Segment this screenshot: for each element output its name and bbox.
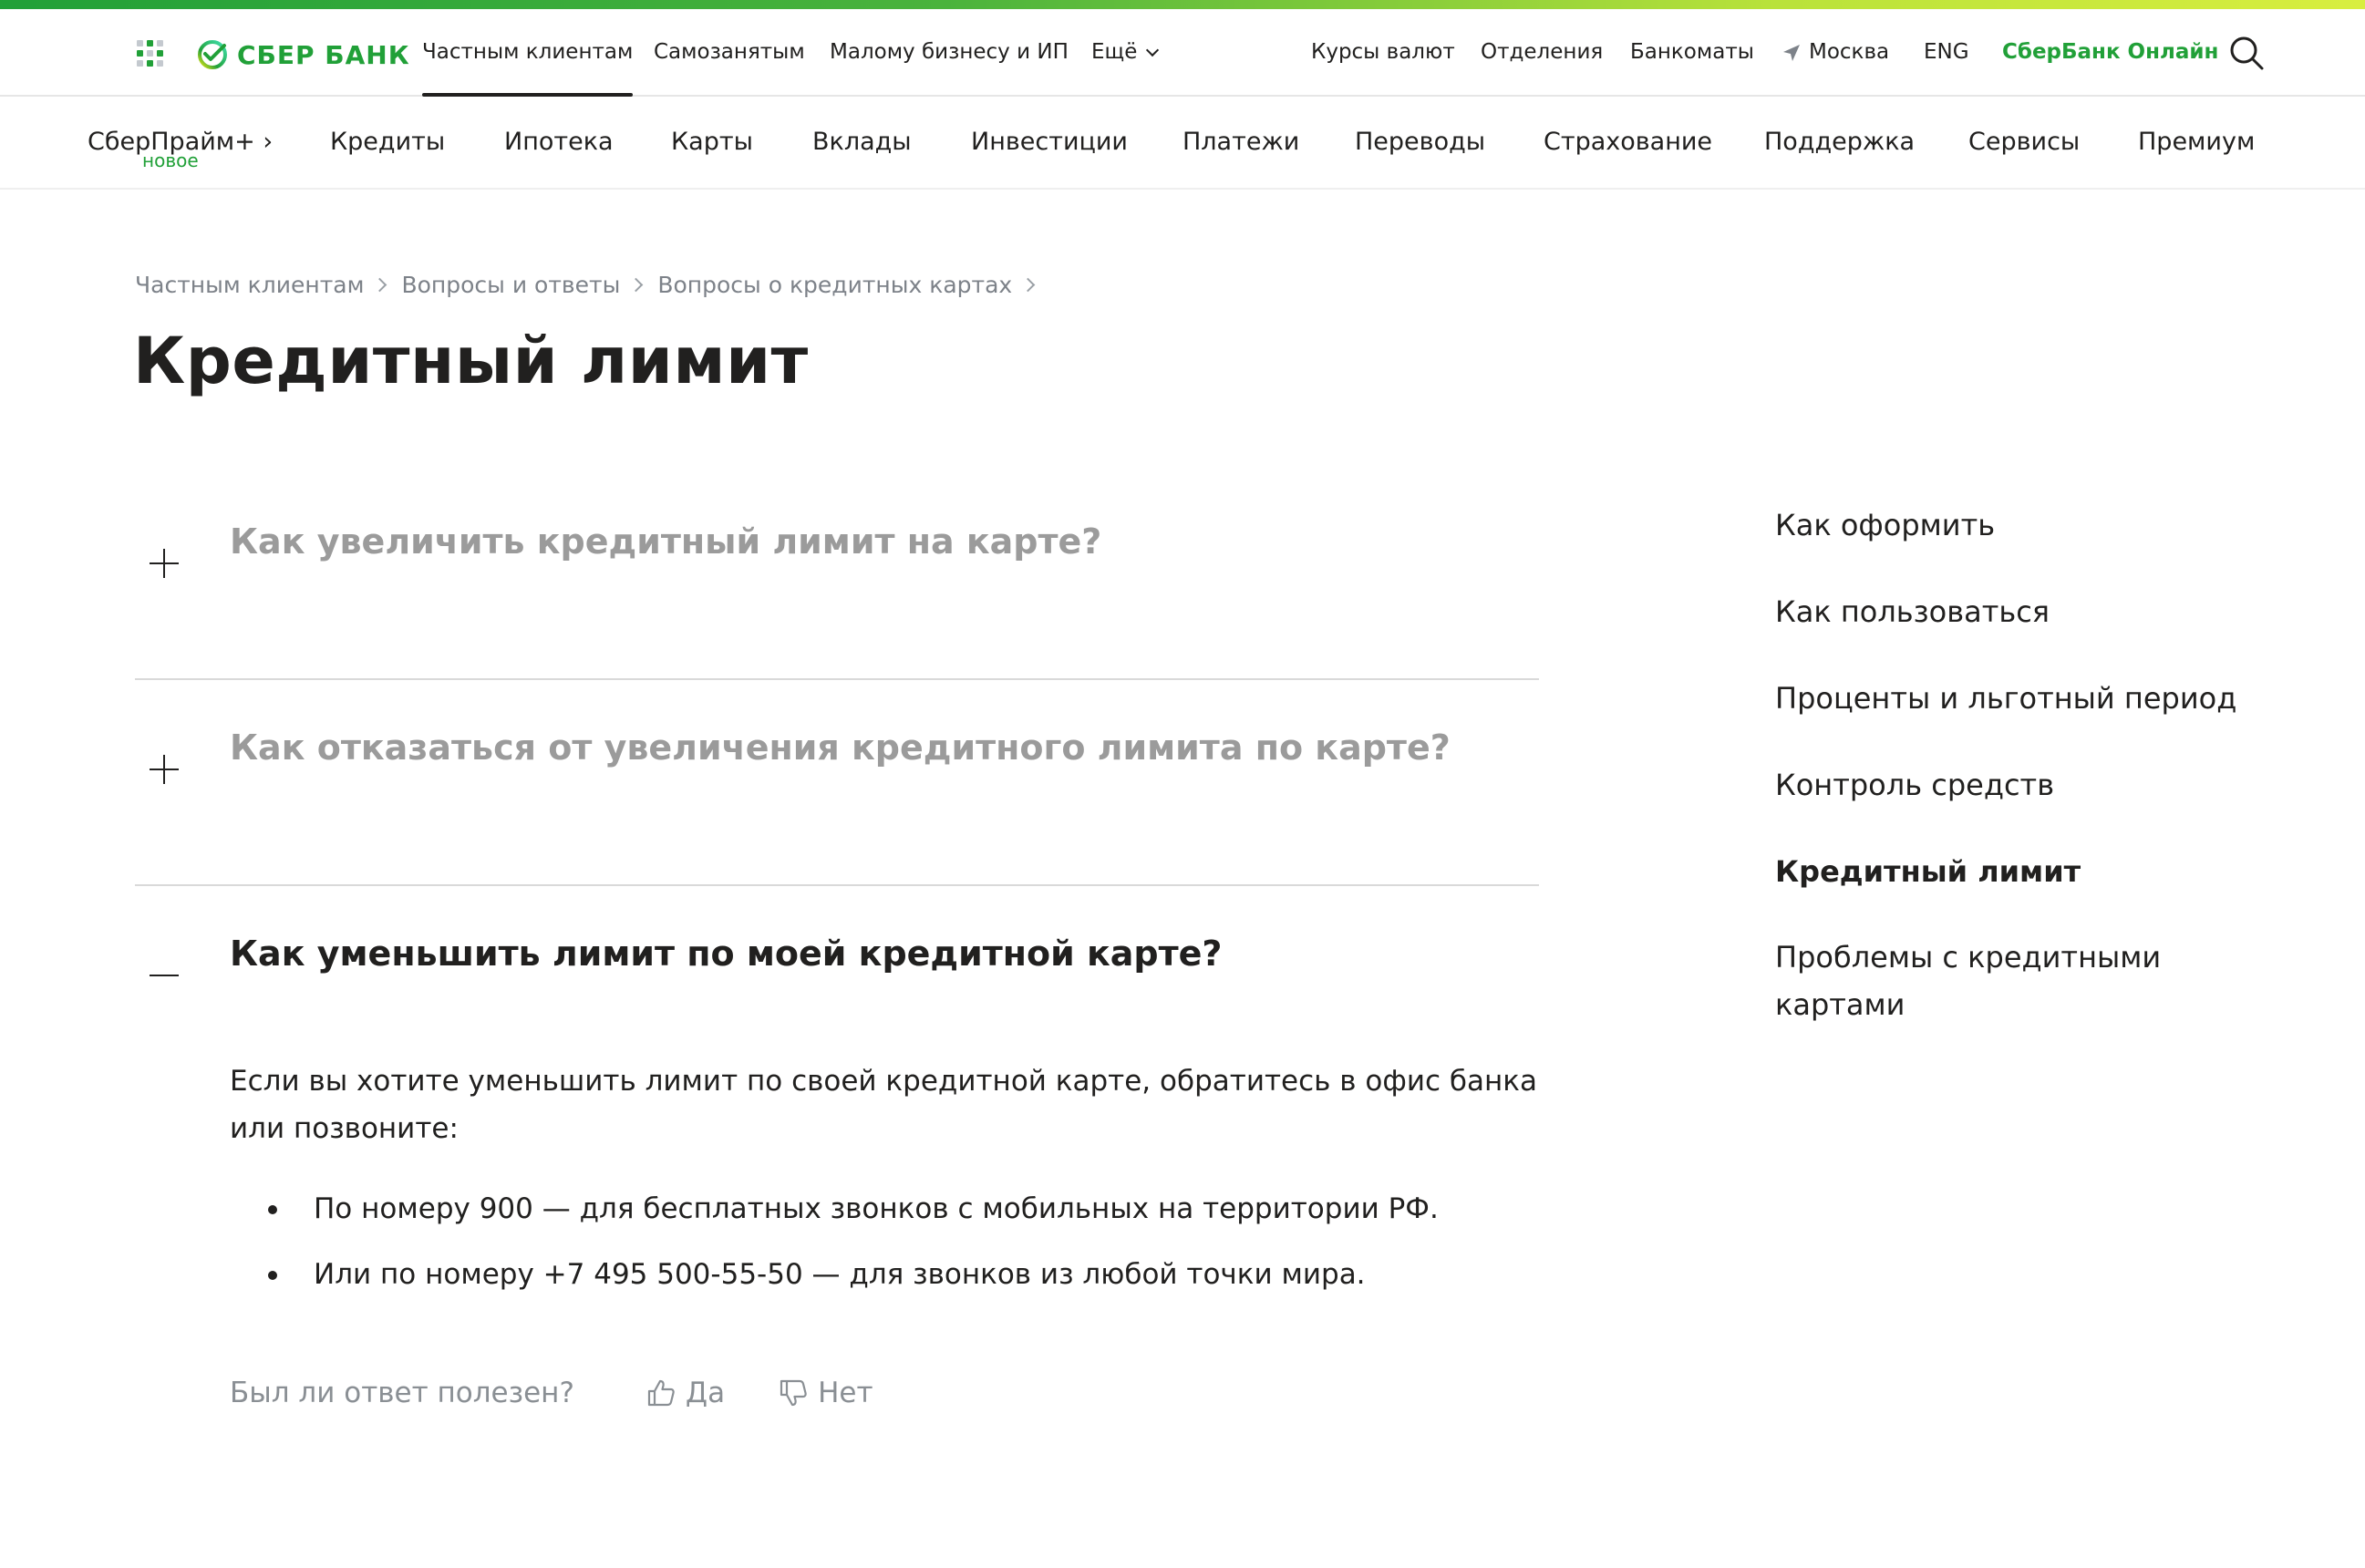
city-label: Москва [1809,40,1890,64]
topnav-label: Самозанятым [654,40,805,64]
location-arrow-icon [1783,44,1800,61]
nav-label: Переводы [1355,128,1486,156]
page-title: Кредитный лимит [133,324,809,398]
feedback-no-label: Нет [818,1377,873,1409]
topnav-branches[interactable]: Отделения [1481,9,1603,95]
chevron-down-icon [1146,43,1160,57]
chevron-right-icon [1020,277,1036,292]
faq-accordion: Как увеличить кредитный лимит на карте? … [135,474,1539,1090]
topnav-label: Частным клиентам [422,40,634,64]
faq-item: Как отказаться от увеличения кредитного … [135,680,1539,886]
top-accent-bar [0,0,2365,9]
breadcrumb-credit-card-questions[interactable]: Вопросы о кредитных картах [657,272,1012,298]
nav-insurance[interactable]: Страхование [1544,98,1712,190]
nav-deposits[interactable]: Вклады [812,98,912,190]
apps-grid-icon[interactable] [137,40,164,67]
topnav-small-business[interactable]: Малому бизнесу и ИП [830,9,1069,95]
nav-premium[interactable]: Премиум [2138,98,2255,190]
feedback-yes-button[interactable]: Да [645,1377,725,1409]
sberbank-online-link[interactable]: СберБанк Онлайн [2002,9,2218,95]
nav-label: Страхование [1544,128,1713,156]
nav-label: Кредиты [330,128,446,156]
nav-label: Ипотека [504,128,614,156]
topnav-currency-rates[interactable]: Курсы валют [1311,9,1455,95]
minus-icon [150,961,179,990]
nav-payments[interactable]: Платежи [1182,98,1299,190]
list-item: По номеру 900 — для бесплатных звонков с… [230,1185,1543,1251]
topnav-more-dropdown[interactable]: Ещё [1091,9,1160,95]
lang-label: ENG [1924,40,1969,64]
topnav-language[interactable]: ENG [1924,9,1969,95]
plus-icon [150,549,179,578]
faq-question-text: Как увеличить кредитный лимит на карте? [230,521,1102,562]
list-item: Или по номеру +7 495 500-55-50 — для зво… [230,1251,1543,1316]
faq-answer-text: Если вы хотите уменьшить лимит по своей … [230,1065,1538,1145]
sber-logo-icon [198,40,227,69]
breadcrumb-private-clients[interactable]: Частным клиентам [135,272,364,298]
feedback-yes-label: Да [685,1377,726,1409]
nav-label: Карты [671,128,753,156]
thumb-up-icon [647,1379,675,1407]
nav-transfers[interactable]: Переводы [1355,98,1485,190]
sber-logo[interactable]: СБЕР БАНК [197,36,410,73]
sidebar-item-interest-grace-period[interactable]: Проценты и льготный период [1775,675,2249,722]
faq-question-text: Как уменьшить лимит по моей кредитной ка… [230,934,1223,974]
plus-icon [150,755,179,784]
sidebar-item-credit-card-problems[interactable]: Проблемы с кредитными картами [1775,934,2176,1028]
faq-answer-list: По номеру 900 — для бесплатных звонков с… [230,1185,1543,1316]
online-label: СберБанк Онлайн [2002,40,2219,64]
nav-mortgage[interactable]: Ипотека [504,98,614,190]
feedback-block: Был ли ответ полезен? Да Нет [230,1373,873,1413]
logo-text: СБЕР БАНК [237,39,410,70]
link-label: Банкоматы [1630,40,1754,64]
link-label: Курсы валют [1311,40,1455,64]
topnav-label: Малому бизнесу и ИП [830,40,1069,64]
nav-label: Сервисы [1968,128,2081,156]
sidebar-item-funds-control[interactable]: Контроль средств [1775,761,2249,809]
breadcrumb-faq[interactable]: Вопросы и ответы [401,272,620,298]
nav-cards[interactable]: Карты [671,98,753,190]
nav-label: Платежи [1182,128,1300,156]
topnav-city-selector[interactable]: Москва [1781,9,1889,95]
top-header: СБЕР БАНК Частным клиентам Самозанятым М… [0,9,2365,97]
faq-item: Как увеличить кредитный лимит на карте? [135,474,1539,680]
chevron-right-icon [373,277,387,292]
topnav-private-clients[interactable]: Частным клиентам [422,9,634,97]
nav-sberprime[interactable]: СберПрайм+ › [88,98,273,190]
nav-label: Инвестиции [971,128,1128,156]
topnav-self-employed[interactable]: Самозанятым [654,9,805,95]
faq-question-toggle[interactable]: Как увеличить кредитный лимит на карте? [135,474,1539,678]
new-badge: новое [142,150,199,171]
nav-investments[interactable]: Инвестиции [971,98,1128,190]
nav-credits[interactable]: Кредиты [330,98,445,190]
topnav-atms[interactable]: Банкоматы [1630,9,1754,95]
feedback-no-button[interactable]: Нет [778,1377,873,1409]
nav-label: Вклады [812,128,912,156]
feedback-question: Был ли ответ полезен? [230,1377,574,1409]
search-icon[interactable] [2228,35,2265,71]
faq-question-toggle[interactable]: Как отказаться от увеличения кредитного … [135,680,1539,884]
sidebar-item-how-to-use[interactable]: Как пользоваться [1775,588,2249,635]
topnav-label: Ещё [1091,40,1138,64]
nav-label: Поддержка [1764,128,1916,156]
sidebar-item-credit-limit[interactable]: Кредитный лимит [1775,848,2249,895]
nav-services[interactable]: Сервисы [1968,98,2080,190]
nav-label: Премиум [2138,128,2256,156]
sidebar-item-how-to-apply[interactable]: Как оформить [1775,501,2249,549]
chevron-right-icon [629,277,644,292]
thumb-down-icon [780,1379,807,1407]
nav-support[interactable]: Поддержка [1764,98,1915,190]
main-navigation: СберПрайм+ › новое Кредиты Ипотека Карты… [0,98,2365,190]
breadcrumb: Частным клиентам Вопросы и ответы Вопрос… [135,266,1049,303]
faq-question-text: Как отказаться от увеличения кредитного … [230,727,1451,768]
link-label: Отделения [1481,40,1604,64]
